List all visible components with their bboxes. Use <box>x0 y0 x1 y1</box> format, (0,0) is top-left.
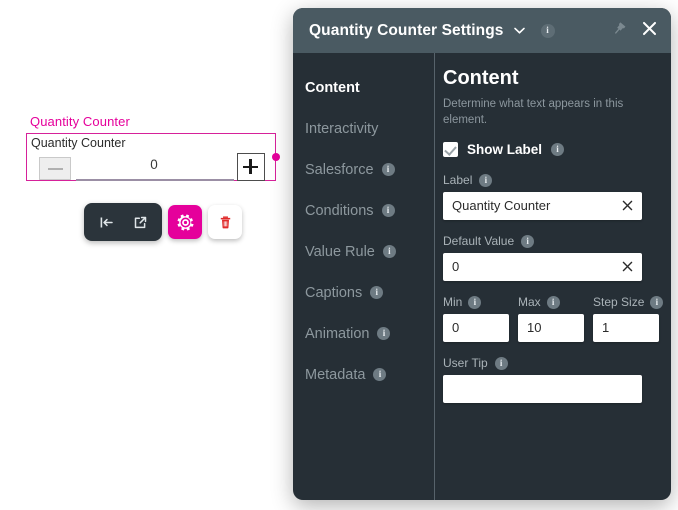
open-external-icon[interactable] <box>124 206 156 238</box>
show-label-checkbox[interactable] <box>443 142 458 158</box>
show-label-row[interactable]: Show Label i <box>443 142 649 158</box>
element-toolbar-group <box>84 203 162 241</box>
app-root: Quantity Counter Quantity Counter 0 Quan… <box>0 0 678 510</box>
info-icon[interactable]: i <box>377 327 391 340</box>
info-icon[interactable]: i <box>381 204 395 217</box>
close-icon[interactable] <box>640 19 659 43</box>
content-pane: Content Determine what text appears in t… <box>435 53 671 500</box>
step-size-field-label: Step Size i <box>593 295 664 310</box>
counter-value: 0 <box>150 157 158 172</box>
content-title: Content <box>443 67 519 89</box>
label-field-text: Label <box>443 173 473 188</box>
step-size-input[interactable]: 1 <box>593 314 659 343</box>
clear-x-icon[interactable] <box>621 199 634 217</box>
sidebar-item-label: Value Rule <box>305 243 375 260</box>
min-field-label: Min i <box>443 295 509 309</box>
panel-title: Quantity Counter Settings <box>309 21 504 39</box>
show-label-text: Show Label <box>467 142 543 158</box>
sidebar-item-label: Animation <box>305 325 370 342</box>
default-value-field-label: Default Value i <box>443 234 649 248</box>
user-tip-field-label: User Tip i <box>443 356 649 370</box>
default-value-input[interactable]: 0 <box>443 253 642 282</box>
trash-icon[interactable] <box>208 205 242 239</box>
increment-button[interactable] <box>237 153 265 181</box>
gear-icon[interactable] <box>168 205 202 239</box>
info-icon[interactable]: i <box>373 368 387 381</box>
label-input[interactable]: Quantity Counter <box>443 192 642 221</box>
content-description: Determine what text appears in this elem… <box>443 98 624 126</box>
settings-panel: Quantity Counter Settings i Content Inte… <box>293 8 671 500</box>
sidebar-item-label: Content <box>305 79 360 96</box>
max-input-value: 10 <box>527 320 542 336</box>
resize-handle[interactable] <box>272 153 280 161</box>
info-icon[interactable]: i <box>370 286 384 299</box>
min-input-value: 0 <box>452 320 460 336</box>
user-tip-field-text: User Tip <box>443 356 488 371</box>
sidebar-item-interactivity[interactable]: Interactivity <box>305 108 434 149</box>
sidebar-item-animation[interactable]: Animation i <box>305 313 434 354</box>
info-icon[interactable]: i <box>546 295 560 309</box>
sidebar-item-content[interactable]: Content <box>305 67 434 108</box>
info-icon[interactable]: i <box>551 143 565 157</box>
panel-body: Content Interactivity Salesforce i Condi… <box>293 53 671 500</box>
info-icon[interactable]: i <box>479 173 493 187</box>
info-icon[interactable]: i <box>494 356 508 370</box>
panel-sidebar: Content Interactivity Salesforce i Condi… <box>293 53 434 500</box>
max-input[interactable]: 10 <box>518 314 584 343</box>
max-field-text: Max <box>518 295 541 310</box>
sidebar-item-label: Conditions <box>305 202 374 219</box>
min-field: Min i 0 <box>443 295 509 343</box>
info-icon[interactable]: i <box>650 295 664 309</box>
range-fields: Min i 0 Max i 10 Step Size i 1 <box>443 295 664 343</box>
align-left-icon[interactable] <box>90 206 122 238</box>
sidebar-item-label: Salesforce <box>305 161 374 178</box>
panel-header-actions <box>611 8 659 53</box>
min-input[interactable]: 0 <box>443 314 509 343</box>
sidebar-item-salesforce[interactable]: Salesforce i <box>305 149 434 190</box>
default-value-field-text: Default Value <box>443 234 515 249</box>
panel-header: Quantity Counter Settings i <box>293 8 671 53</box>
quantity-counter-widget[interactable]: Quantity Counter 0 <box>26 133 276 181</box>
widget-caption: Quantity Counter <box>30 114 130 129</box>
design-canvas[interactable]: Quantity Counter Quantity Counter 0 <box>0 0 293 510</box>
user-tip-input[interactable] <box>443 375 642 404</box>
chevron-down-icon[interactable] <box>512 23 527 38</box>
element-toolbar <box>84 203 242 241</box>
sidebar-item-captions[interactable]: Captions i <box>305 272 434 313</box>
max-field: Max i 10 <box>518 295 584 343</box>
default-value-input-value: 0 <box>452 259 460 275</box>
max-field-label: Max i <box>518 295 584 309</box>
info-icon[interactable]: i <box>468 295 482 309</box>
widget-inner-label: Quantity Counter <box>31 136 126 150</box>
sidebar-item-value-rule[interactable]: Value Rule i <box>305 231 434 272</box>
counter-row: 0 <box>27 153 275 182</box>
label-field-label: Label i <box>443 173 649 187</box>
sidebar-item-metadata[interactable]: Metadata i <box>305 354 434 395</box>
sidebar-item-label: Metadata <box>305 366 366 383</box>
clear-x-icon[interactable] <box>621 260 634 278</box>
step-size-field: Step Size i 1 <box>593 295 664 343</box>
sidebar-item-label: Interactivity <box>305 120 379 137</box>
min-field-text: Min <box>443 295 463 310</box>
label-input-value: Quantity Counter <box>452 198 551 214</box>
header-info-icon[interactable]: i <box>540 23 555 38</box>
counter-underline <box>76 179 234 181</box>
decrement-button[interactable] <box>39 157 71 180</box>
sidebar-item-conditions[interactable]: Conditions i <box>305 190 434 231</box>
pin-icon[interactable] <box>611 20 628 42</box>
sidebar-item-label: Captions <box>305 284 363 301</box>
info-icon[interactable]: i <box>382 245 396 258</box>
info-icon[interactable]: i <box>381 163 395 176</box>
step-size-field-text: Step Size <box>593 295 645 310</box>
step-size-input-value: 1 <box>602 320 610 336</box>
info-icon[interactable]: i <box>521 234 535 248</box>
